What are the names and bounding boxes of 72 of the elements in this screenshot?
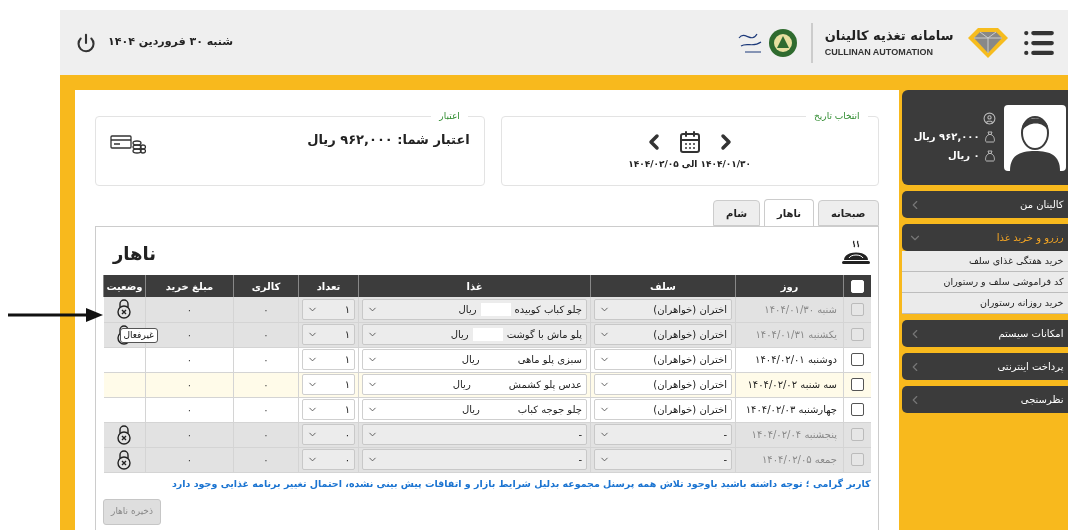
meal-tab[interactable]: ناهار bbox=[764, 199, 814, 227]
calorie-cell: ۰ bbox=[263, 454, 269, 465]
self-select[interactable]: اختران (خواهران) bbox=[594, 399, 732, 420]
self-select[interactable]: اختران (خواهران) bbox=[594, 374, 732, 395]
food-select[interactable]: عدس پلو کشمش ریال bbox=[362, 374, 587, 395]
self-select[interactable]: اختران (خواهران) bbox=[594, 349, 732, 370]
amount-cell: ۰ bbox=[186, 354, 193, 365]
count-select[interactable]: ۱ bbox=[302, 349, 355, 370]
day-cell: چهارشنبه ۱۴۰۴/۰۲/۰۳ bbox=[745, 404, 837, 415]
day-cell: جمعه ۱۴۰۴/۰۲/۰۵ bbox=[761, 454, 837, 465]
column-header: روز bbox=[780, 280, 799, 292]
date-range: ۱۴۰۴/۰۱/۳۰ الی ۱۴۰۴/۰۲/۰۵ bbox=[628, 157, 752, 171]
sidebar-item[interactable]: رزرو و خرید غذا bbox=[901, 224, 1068, 251]
count-select[interactable]: ۱ bbox=[302, 399, 355, 420]
submenu-item[interactable]: خرید هفتگی غذای سلف bbox=[901, 251, 1068, 272]
amount-cell: ۰ bbox=[186, 379, 193, 390]
system-title: سامانه تغذیه کالینان bbox=[824, 27, 954, 45]
food-select[interactable]: سبزی پلو ماهی ریال bbox=[362, 349, 587, 370]
meal-tab[interactable]: شام bbox=[713, 200, 760, 226]
day-cell: دوشنبه ۱۴۰۴/۰۲/۰۱ bbox=[755, 354, 837, 365]
amount-cell: ۰ bbox=[186, 429, 193, 440]
checkbox[interactable] bbox=[850, 353, 864, 366]
day-cell: پنجشنبه ۱۴۰۴/۰۲/۰۴ bbox=[751, 429, 837, 440]
column-header: وضعیت bbox=[106, 280, 143, 292]
notice-text: کاربر گرامی ؛ توجه داشته باشید باوجود تلاش همه پرسنل مجموعه بدلیل شرایط بازار و اتفاقات پیش بینی نشده، احتمال تغییر برنامه غذایی وجود دارد bbox=[170, 476, 871, 491]
power-icon[interactable] bbox=[76, 32, 96, 53]
amount-cell: ۰ bbox=[186, 404, 193, 415]
submenu-item[interactable]: خرید روزانه رستوران bbox=[901, 293, 1068, 314]
money-bag-icon bbox=[983, 130, 996, 143]
checkbox[interactable] bbox=[850, 403, 864, 416]
sidebar-item[interactable]: کالینان من bbox=[901, 191, 1068, 218]
current-date: شنبه ۳۰ فروردین ۱۴۰۴ bbox=[108, 34, 234, 51]
amount-cell: ۰ bbox=[186, 454, 193, 465]
meal-tab[interactable]: صبحانه bbox=[817, 200, 879, 226]
calorie-cell: ۰ bbox=[263, 429, 269, 440]
column-header: تعداد bbox=[316, 280, 341, 292]
balance-amount: ۰ ریال bbox=[947, 149, 980, 163]
count-select[interactable]: ۱ bbox=[302, 374, 355, 395]
credit-amount: اعتبار شما: ۹۶۲,۰۰۰ ریال bbox=[307, 130, 470, 149]
column-header: غذا bbox=[466, 280, 483, 292]
lock-icon bbox=[116, 424, 133, 445]
checkbox[interactable] bbox=[850, 378, 864, 391]
calorie-cell: ۰ bbox=[263, 303, 269, 315]
card-legend: انتخاب تاریخ bbox=[806, 110, 868, 124]
sidebar-item[interactable]: پرداخت اینترنتی bbox=[901, 353, 1068, 380]
card-legend: اعتبار bbox=[431, 110, 468, 124]
day-cell: شنبه ۱۴۰۴/۰۱/۳۰ bbox=[764, 303, 837, 315]
amount-cell: ۰ bbox=[186, 329, 193, 340]
column-header: سلف bbox=[650, 280, 676, 292]
card-and-coins-icon bbox=[110, 133, 146, 154]
calorie-cell: ۰ bbox=[263, 354, 269, 365]
amount-cell: ۰ bbox=[186, 303, 193, 315]
calendar-icon[interactable] bbox=[677, 129, 702, 154]
day-cell: سه شنبه ۱۴۰۴/۰۲/۰۲ bbox=[747, 379, 837, 390]
panel-title: ناهار bbox=[113, 241, 157, 266]
system-subtitle: CULLINAN AUTOMATION bbox=[824, 45, 933, 59]
column-header: مبلغ خرید bbox=[165, 280, 214, 292]
balance-amount: ۹۶۲,۰۰۰ ریال bbox=[913, 130, 980, 144]
lock-icon bbox=[116, 449, 133, 470]
food-select[interactable]: چلو جوجه کباب ریال bbox=[362, 399, 587, 420]
lock-icon bbox=[116, 299, 133, 320]
submenu-item[interactable]: کد فراموشی سلف و رستوران bbox=[901, 272, 1068, 293]
column-header: کالری bbox=[251, 280, 281, 292]
tooltip: غیرفعال bbox=[119, 327, 158, 343]
calorie-cell: ۰ bbox=[263, 379, 269, 390]
day-cell: یکشنبه ۱۴۰۴/۰۱/۳۱ bbox=[755, 329, 837, 340]
sidebar-item[interactable]: نظرسنجی bbox=[901, 386, 1068, 413]
money-bag-icon bbox=[983, 149, 996, 162]
user-icon bbox=[982, 112, 996, 125]
calorie-cell: ۰ bbox=[263, 404, 269, 415]
calorie-cell: ۰ bbox=[263, 329, 269, 340]
sidebar-item[interactable]: امکانات سیستم bbox=[901, 320, 1068, 347]
